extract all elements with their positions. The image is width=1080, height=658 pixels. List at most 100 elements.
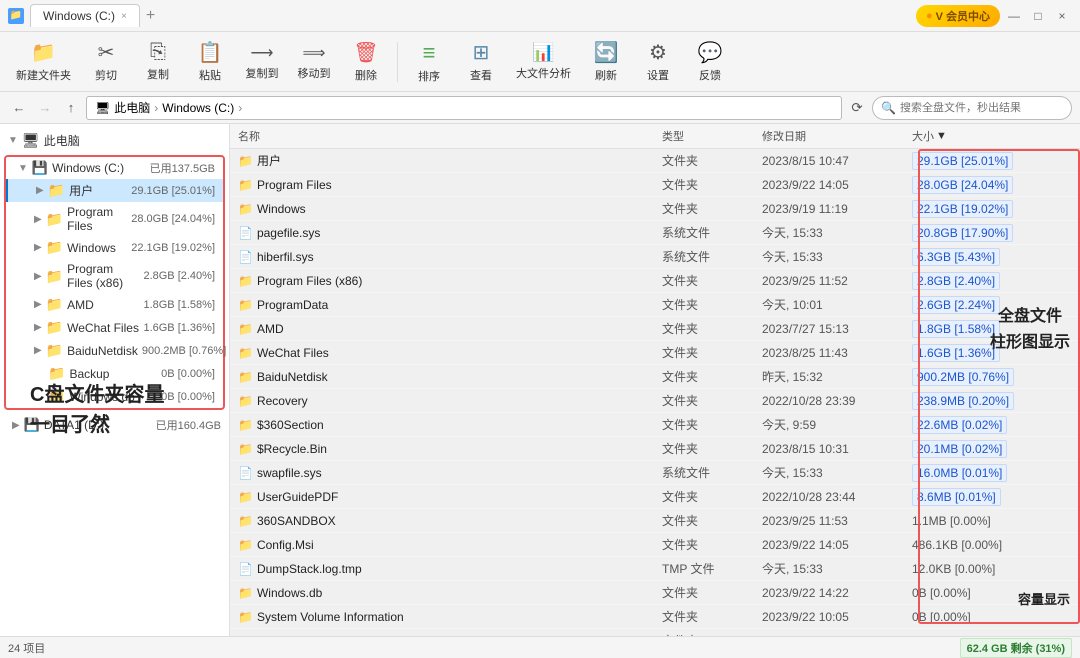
search-box[interactable]: 🔍 [872,96,1072,120]
baidu-folder-icon: 📁 [46,342,63,359]
col-size-header[interactable]: 大小 ▼ [912,128,1072,144]
sidebar-item-users[interactable]: ▶ 📁 用户 29.1GB [25.01%] [6,179,223,202]
tab-close-button[interactable]: × [121,11,127,22]
sidebar-item-wechat[interactable]: ▶ 📁 WeChat Files 1.6GB [1.36%] [6,316,223,339]
table-row[interactable]: 📄hiberfil.sys 系统文件 今天, 15:33 6.3GB [5.43… [230,245,1080,269]
col-type-header[interactable]: 类型 [662,128,762,144]
forward-button[interactable]: → [34,97,56,119]
sys-file-icon: 📄 [238,466,253,480]
users-folder-icon: 📁 [48,182,65,199]
table-row[interactable]: 📁System Volume Information 文件夹 2023/9/22… [230,605,1080,629]
column-headers: 名称 类型 修改日期 大小 ▼ [230,124,1080,149]
table-row[interactable]: 📁BaiduNetdisk 文件夹 昨天, 15:32 900.2MB [0.7… [230,365,1080,389]
table-row[interactable]: 📁$360Section 文件夹 今天, 9:59 22.6MB [0.02%] [230,413,1080,437]
sidebar-item-baidu[interactable]: ▶ 📁 BaiduNetdisk 900.2MB [0.76%] [6,339,223,362]
up-button[interactable]: ↑ [60,97,82,119]
table-row[interactable]: 📁$Recycle.Bin 文件夹 2023/8/15 10:31 20.1MB… [230,437,1080,461]
table-row[interactable]: 📁Windows 文件夹 2023/9/19 11:19 22.1GB [19.… [230,197,1080,221]
table-row[interactable]: 📁Program Files (x86) 文件夹 2023/9/25 11:52… [230,269,1080,293]
sidebar-pc-header[interactable]: ▼ 🖥 此电脑 [0,128,229,153]
table-row[interactable]: 📁用户 文件夹 2023/8/15 10:47 29.1GB [25.01%] [230,149,1080,173]
folder-icon: 📁 [238,538,253,552]
folder-icon: 📁 [238,514,253,528]
folder-icon: 📁 [238,634,253,637]
users-chevron: ▶ [36,185,44,196]
address-path[interactable]: 🖥 此电脑 › Windows (C:) › [86,96,842,120]
table-row[interactable]: 📁WeChat Files 文件夹 2023/8/25 11:43 1.6GB … [230,341,1080,365]
folder-icon: 📁 [238,442,253,456]
table-row[interactable]: 📄pagefile.sys 系统文件 今天, 15:33 20.8GB [17.… [230,221,1080,245]
settings-label: 设置 [647,67,669,83]
path-pc: 此电脑 [114,99,150,116]
sidebar-item-program-files[interactable]: ▶ 📁 Program Files 28.0GB [24.04%] [6,202,223,236]
drive-c-section: ▼ 💾 Windows (C:) 已用137.5GB ▶ 📁 用户 29.1GB… [4,155,225,410]
paste-button[interactable]: 📋 粘贴 [185,36,235,88]
col-date-header[interactable]: 修改日期 [762,128,912,144]
settings-button[interactable]: ⚙ 设置 [633,36,683,88]
win-folder-icon: 📁 [46,239,63,256]
delete-button[interactable]: 🗑 删除 [341,36,391,88]
sidebar-item-windows[interactable]: ▶ 📁 Windows 22.1GB [19.02%] [6,236,223,259]
folder-icon: 📁 [238,154,253,168]
copy-to-label: 复制到 [246,65,279,81]
cut-button[interactable]: ✂ 剪切 [81,36,131,88]
toolbar-separator-1 [397,42,398,82]
table-row[interactable]: 📁OneDriveTemp 文件夹 2023/8/15 10:32 0B [0.… [230,629,1080,636]
cut-icon: ✂ [98,40,115,65]
refresh-button[interactable]: 🔄 刷新 [581,36,631,88]
toolbar: 📁 新建文件夹 ✂ 剪切 ⎘ 复制 📋 粘贴 ⟶ 复制到 ⟹ 移动到 🗑 删除 [0,32,1080,92]
copy-label: 复制 [147,66,169,82]
table-row[interactable]: 📁ProgramData 文件夹 今天, 10:01 2.6GB [2.24%] [230,293,1080,317]
refresh-icon: 🔄 [594,40,619,65]
sidebar-drive-c-header[interactable]: ▼ 💾 Windows (C:) 已用137.5GB [6,157,223,179]
amd-label: AMD [67,298,139,312]
back-button[interactable]: ← [8,97,30,119]
move-to-label: 移动到 [298,65,331,81]
table-row[interactable]: 📁AMD 文件夹 2023/7/27 15:13 1.8GB [1.58%] [230,317,1080,341]
new-folder-button[interactable]: 📁 新建文件夹 [8,36,79,88]
close-button[interactable]: × [1052,6,1072,26]
move-to-button[interactable]: ⟹ 移动到 [289,36,339,88]
paste-icon: 📋 [198,40,223,65]
left-annotation: C盘文件夹容量 一目了然 [30,380,164,440]
tab-title: Windows (C:) [43,9,115,23]
amd-chevron: ▶ [34,299,42,310]
add-tab-button[interactable]: + [146,7,155,25]
copy-button[interactable]: ⎘ 复制 [133,36,183,88]
copy-to-button[interactable]: ⟶ 复制到 [237,36,287,88]
feedback-button[interactable]: 💬 反馈 [685,36,735,88]
table-row[interactable]: 📁Recovery 文件夹 2022/10/28 23:39 238.9MB [… [230,389,1080,413]
table-row[interactable]: 📁Windows.db 文件夹 2023/9/22 14:22 0B [0.00… [230,581,1080,605]
new-folder-icon: 📁 [31,40,56,65]
analyze-button[interactable]: 📊 大文件分析 [508,36,579,88]
table-row[interactable]: 📄swapfile.sys 系统文件 今天, 15:33 16.0MB [0.0… [230,461,1080,485]
win-size: 22.1GB [19.02%] [131,242,215,254]
table-row[interactable]: 📁360SANDBOX 文件夹 2023/9/25 11:53 1.1MB [0… [230,509,1080,533]
file-list: 📁用户 文件夹 2023/8/15 10:47 29.1GB [25.01%] … [230,149,1080,636]
table-row[interactable]: 📄DumpStack.log.tmp TMP 文件 今天, 15:33 12.0… [230,557,1080,581]
address-refresh-button[interactable]: ⟳ [846,97,868,119]
delete-label: 删除 [355,67,377,83]
view-button[interactable]: ⊞ 查看 [456,36,506,88]
analyze-icon: 📊 [532,42,554,63]
folder-icon: 📁 [238,490,253,504]
sidebar-item-pf-x86[interactable]: ▶ 📁 Program Files (x86) 2.8GB [2.40%] [6,259,223,293]
users-label: 用户 [69,182,127,199]
col-name-header[interactable]: 名称 [238,128,662,144]
table-row[interactable]: 📁Program Files 文件夹 2023/9/22 14:05 28.0G… [230,173,1080,197]
window-controls: ● V 会员中心 — □ × [916,5,1072,27]
folder-icon: 📁 [238,274,253,288]
search-input[interactable] [900,102,1063,114]
sort-button[interactable]: ≡ 排序 [404,36,454,88]
sidebar-item-amd[interactable]: ▶ 📁 AMD 1.8GB [1.58%] [6,293,223,316]
table-row[interactable]: 📁UserGuidePDF 文件夹 2022/10/28 23:44 8.6MB… [230,485,1080,509]
baidu-chevron: ▶ [34,345,42,356]
address-bar: ← → ↑ 🖥 此电脑 › Windows (C:) › ⟳ 🔍 [0,92,1080,124]
active-tab[interactable]: Windows (C:) × [30,4,140,27]
member-center-button[interactable]: ● V 会员中心 [916,5,1000,27]
table-row[interactable]: 📁Config.Msi 文件夹 2023/9/22 14:05 486.1KB … [230,533,1080,557]
maximize-button[interactable]: □ [1028,6,1048,26]
remaining-space: 62.4 GB 剩余 (31%) [960,638,1072,658]
sort-arrow-icon: ▼ [936,130,947,142]
minimize-button[interactable]: — [1004,6,1024,26]
